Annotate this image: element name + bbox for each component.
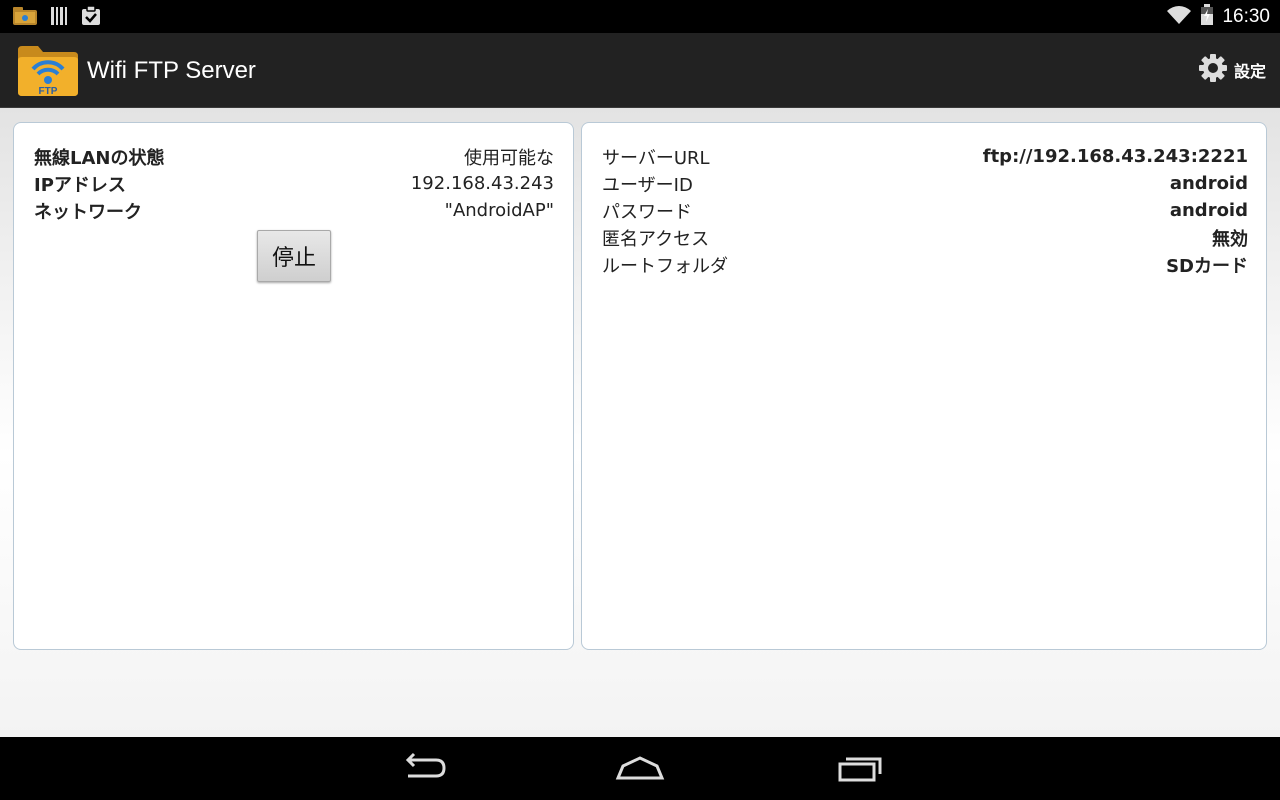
content-area: 無線LANの状態 使用可能な IPアドレス 192.168.43.243 ネット… — [0, 108, 1280, 737]
ip-address-value: 192.168.43.243 — [410, 173, 554, 194]
barcode-icon — [50, 6, 68, 30]
gear-icon — [1198, 53, 1228, 87]
settings-label: 設定 — [1233, 62, 1266, 81]
ip-address-row: IPアドレス 192.168.43.243 — [34, 170, 554, 197]
network-value: "AndroidAP" — [444, 200, 554, 221]
ftp-folder-notification-icon — [12, 6, 38, 30]
recent-apps-button[interactable] — [828, 749, 888, 789]
navigation-bar — [0, 737, 1280, 800]
password-row: パスワード android — [602, 197, 1248, 224]
ip-address-label: IPアドレス — [34, 174, 126, 196]
wlan-state-label: 無線LANの状態 — [34, 147, 165, 169]
wlan-state-value: 使用可能な — [464, 147, 554, 169]
anonymous-access-row: 匿名アクセス 無効 — [602, 224, 1248, 251]
server-info-card: サーバーURL ftp://192.168.43.243:2221 ユーザーID… — [581, 122, 1267, 650]
user-id-label: ユーザーID — [602, 174, 693, 196]
home-button[interactable] — [610, 749, 670, 789]
app-title: Wifi FTP Server — [87, 57, 256, 84]
server-url-value: ftp://192.168.43.243:2221 — [982, 146, 1248, 167]
root-folder-label: ルートフォルダ — [602, 255, 728, 277]
network-label: ネットワーク — [34, 201, 142, 223]
wlan-state-row: 無線LANの状態 使用可能な — [34, 143, 554, 170]
root-folder-row: ルートフォルダ SDカード — [602, 251, 1248, 278]
clock-time: 16:30 — [1222, 6, 1270, 27]
settings-button[interactable]: 設定 — [1198, 53, 1266, 87]
wifi-icon — [1166, 4, 1192, 30]
home-icon — [615, 752, 665, 786]
user-id-value: android — [1169, 173, 1248, 194]
task-check-icon — [80, 5, 102, 31]
network-row: ネットワーク "AndroidAP" — [34, 197, 554, 224]
action-bar: FTP Wifi FTP Server 設定 — [0, 33, 1280, 108]
status-bar: 16:30 — [0, 0, 1280, 33]
password-label: パスワード — [602, 201, 692, 223]
password-value: android — [1169, 200, 1248, 221]
back-icon — [400, 752, 448, 786]
ftp-folder-icon[interactable]: FTP — [16, 42, 80, 98]
server-url-label: サーバーURL — [602, 147, 710, 169]
anonymous-access-label: 匿名アクセス — [602, 228, 710, 250]
back-button[interactable] — [394, 749, 454, 789]
anonymous-access-value: 無効 — [1212, 228, 1248, 250]
stop-button[interactable]: 停止 — [257, 230, 331, 282]
user-id-row: ユーザーID android — [602, 170, 1248, 197]
wlan-status-card: 無線LANの状態 使用可能な IPアドレス 192.168.43.243 ネット… — [13, 122, 574, 650]
server-url-row: サーバーURL ftp://192.168.43.243:2221 — [602, 143, 1248, 170]
root-folder-value: SDカード — [1166, 255, 1248, 277]
recent-apps-icon — [834, 752, 882, 786]
battery-icon — [1200, 4, 1214, 30]
svg-text:FTP: FTP — [39, 86, 58, 97]
